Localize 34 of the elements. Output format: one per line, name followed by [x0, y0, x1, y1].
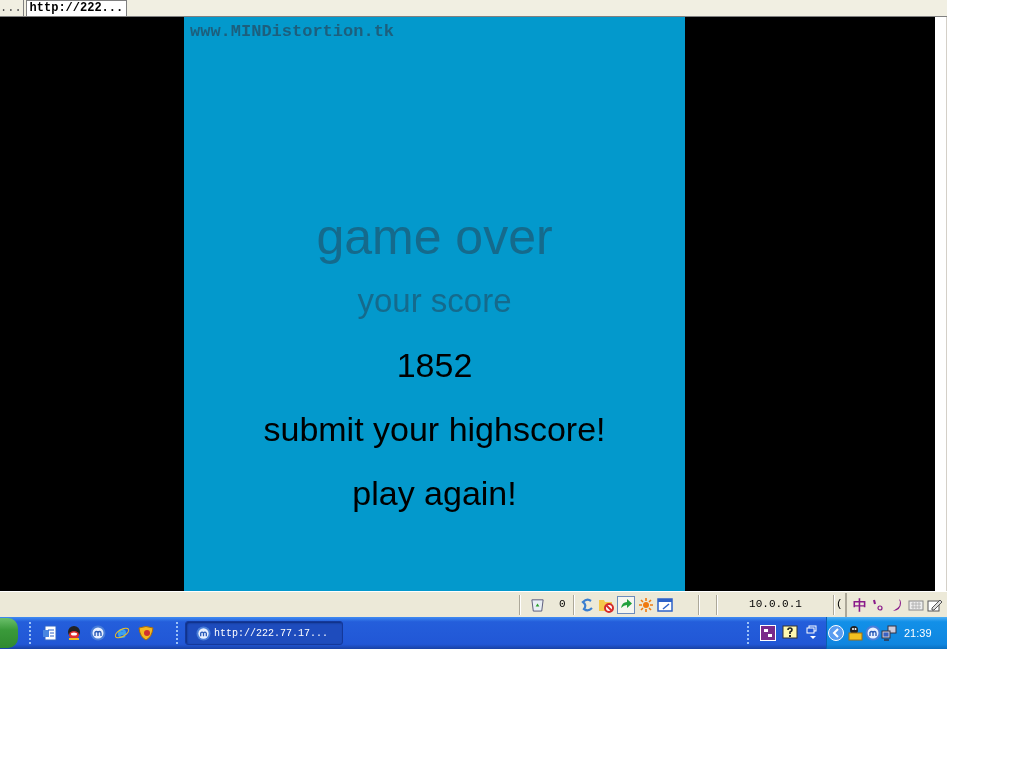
count-text: 0 [559, 597, 566, 613]
chevron-left-icon[interactable] [828, 625, 844, 641]
grip-icon [175, 622, 179, 644]
app-square-icon[interactable] [760, 625, 776, 641]
window-edit-icon[interactable] [657, 596, 673, 613]
browser-tab[interactable]: ... [0, 0, 24, 16]
game-action-button[interactable]: play again! [350, 461, 519, 525]
swirl-icon[interactable] [579, 596, 595, 613]
network-icon[interactable] [881, 625, 897, 641]
game-action-button[interactable]: submit your highscore! [261, 397, 608, 461]
start-button[interactable] [0, 618, 18, 648]
ip-address-text: 10.0.0.1 [749, 597, 802, 613]
help-icon[interactable] [782, 625, 798, 641]
score-value: 1852 [396, 345, 473, 386]
penguin-icon[interactable] [847, 625, 863, 641]
clock-text: 21:39 [904, 625, 932, 641]
circle-logo-icon[interactable] [865, 625, 881, 641]
bin-icon[interactable] [530, 597, 545, 612]
browser-icon[interactable] [114, 625, 130, 641]
shield-icon[interactable] [138, 625, 154, 641]
game-over-title: game over [316, 208, 553, 267]
ime-mode-toggle[interactable]: 中 [852, 596, 867, 613]
score-label: your score [357, 281, 512, 321]
restore-window-icon[interactable] [804, 625, 820, 641]
browser-tab[interactable]: http://222... [25, 0, 128, 16]
circle-logo-icon[interactable] [196, 625, 211, 641]
mascot-icon[interactable] [66, 625, 82, 641]
grip-icon [746, 622, 750, 644]
grip-icon [28, 622, 32, 644]
circle-logo-icon[interactable] [90, 625, 106, 641]
document-icon[interactable] [42, 625, 58, 641]
site-label: www.MINDistortion.tk [190, 22, 395, 42]
cut-text: ( [836, 597, 843, 613]
taskbar-button[interactable]: http://222.77.17... [185, 621, 343, 645]
